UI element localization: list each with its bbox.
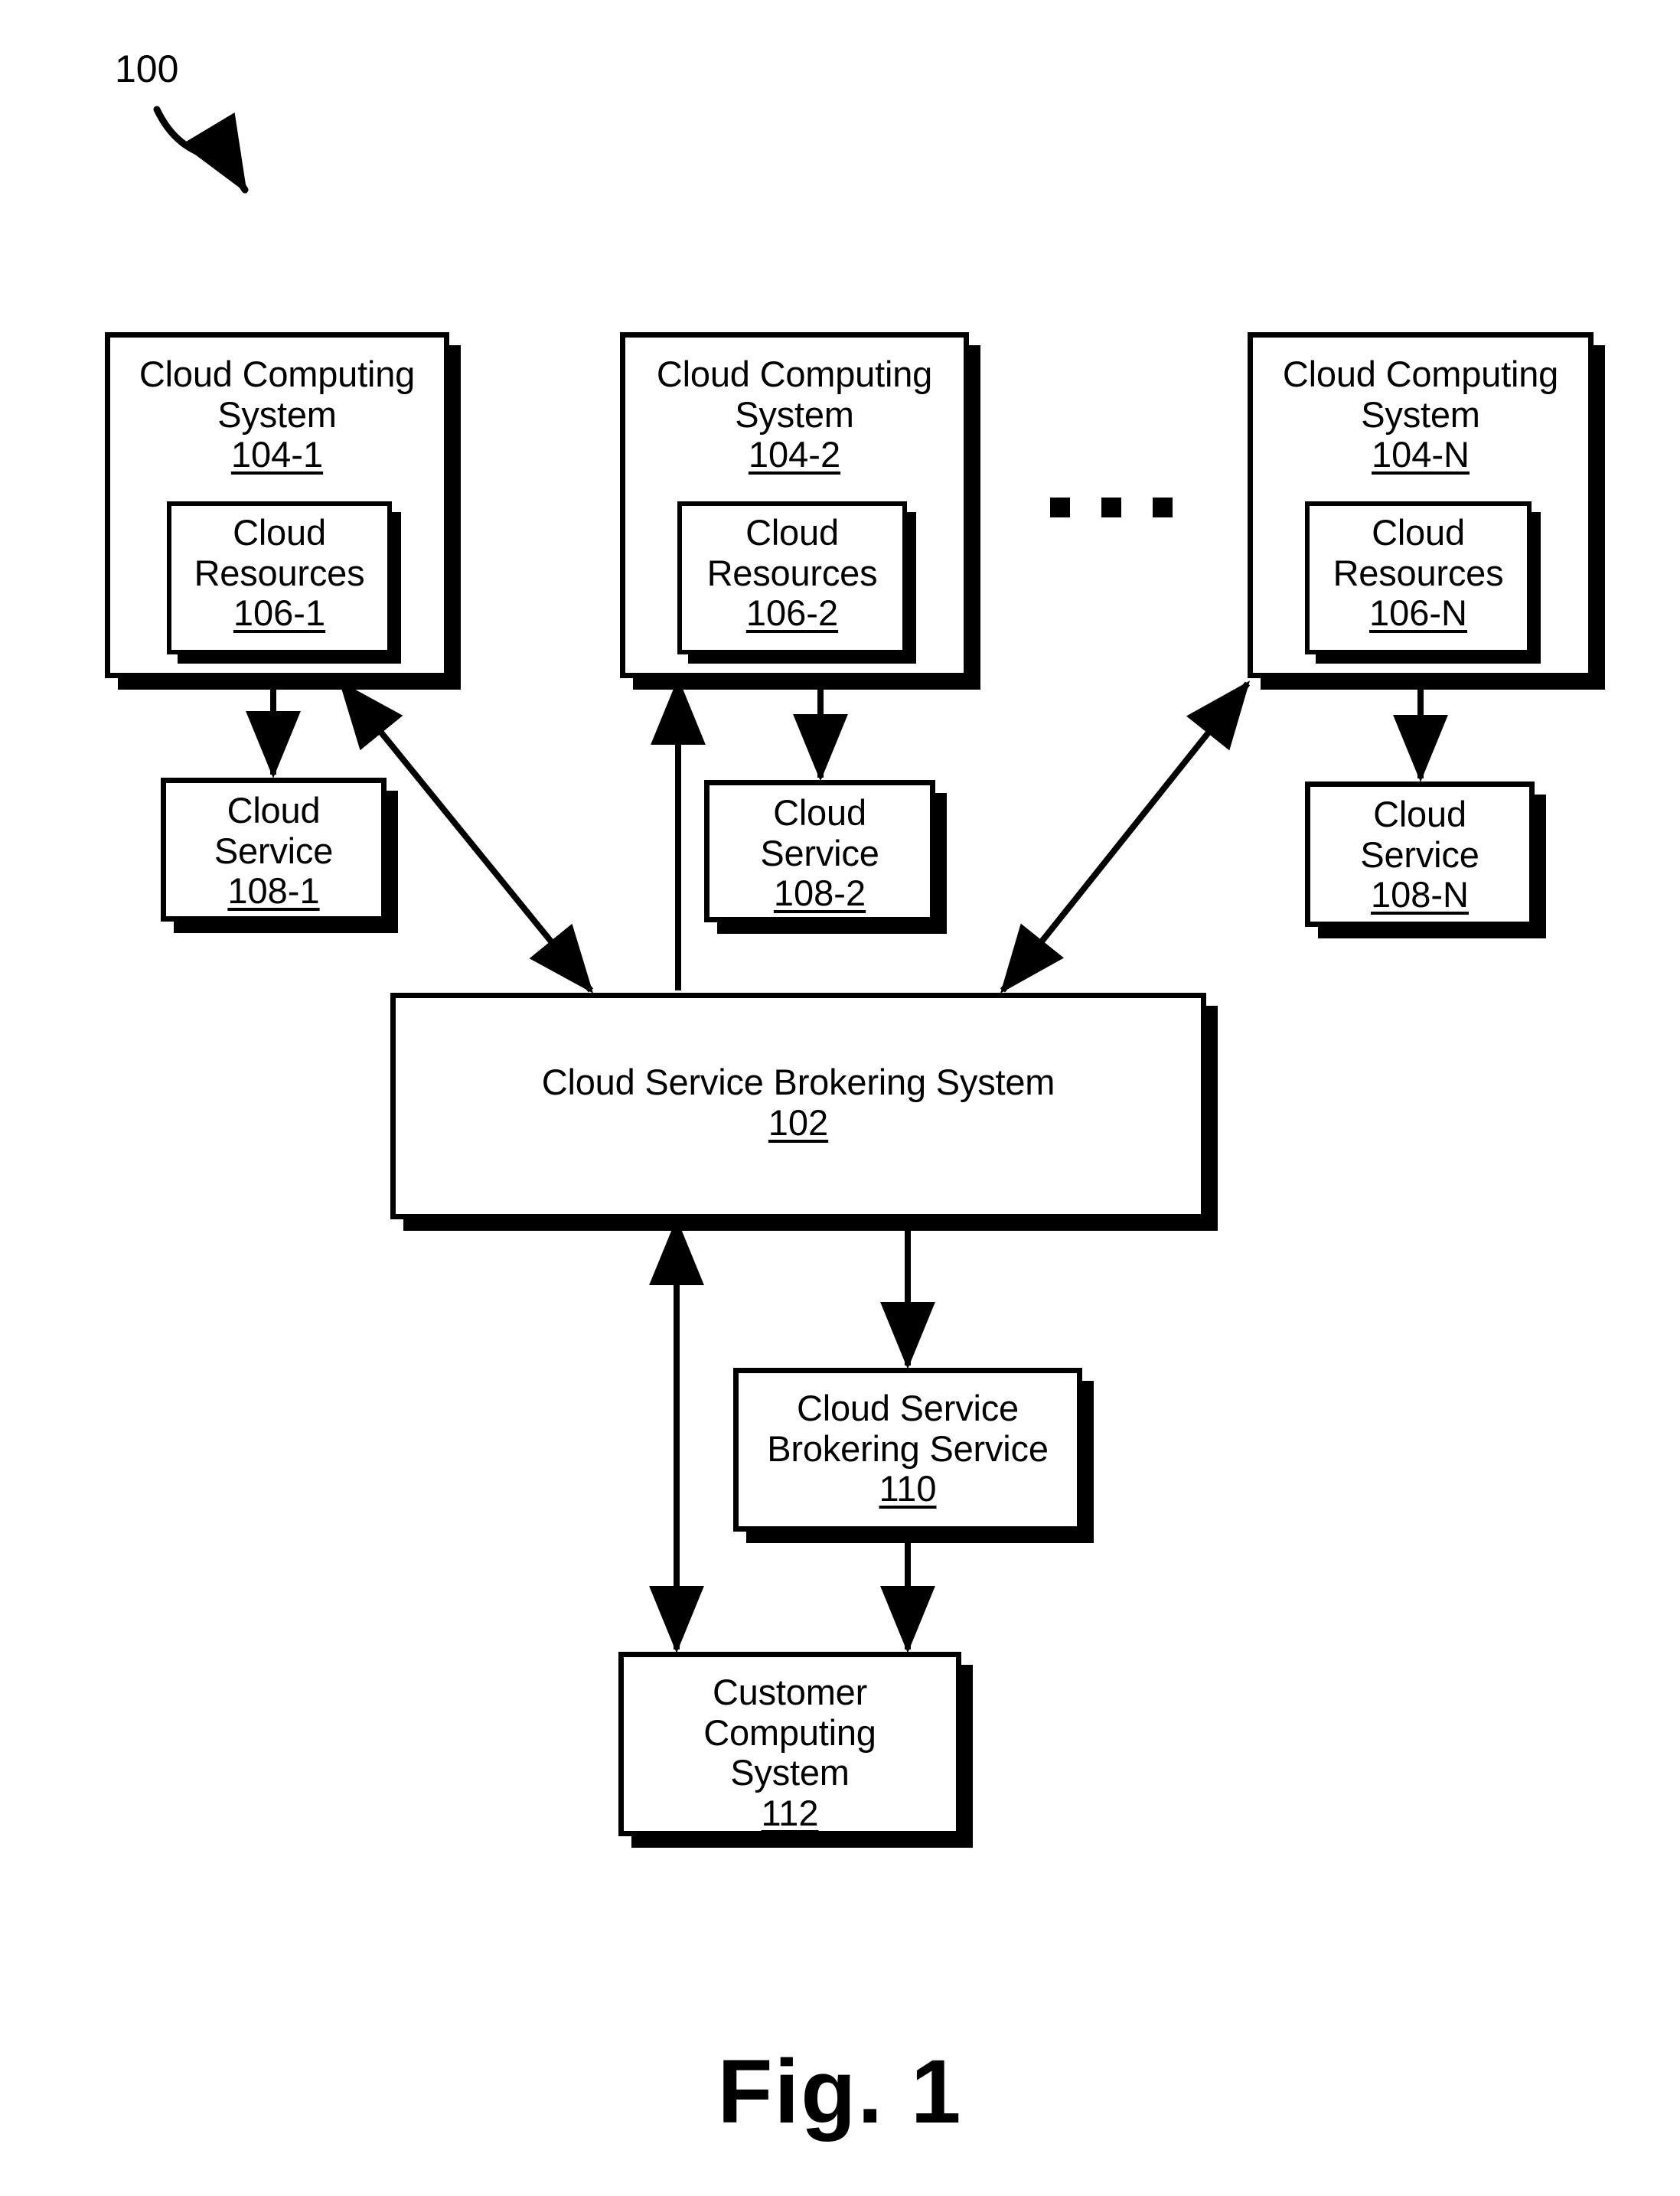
cloud-resources-n-title: Cloud Resources: [1333, 512, 1504, 593]
cloud-service-brokering-service-box[interactable]: Cloud Service Brokering Service 110: [733, 1368, 1082, 1532]
cloud-service-n-box[interactable]: Cloud Service 108-N: [1305, 781, 1535, 927]
cloud-resources-1-title: Cloud Resources: [194, 512, 365, 593]
cloud-computing-system-2-title: Cloud Computing System: [656, 354, 933, 435]
cloud-service-2-title: Cloud Service: [760, 792, 879, 873]
cloud-service-n-ref: 108-N: [1370, 874, 1469, 915]
cloud-service-1-title: Cloud Service: [214, 790, 334, 871]
cloud-resources-n-box[interactable]: Cloud Resources 106-N: [1305, 501, 1532, 654]
patent-figure: 100 Cloud Computing System 104-1 Cloud R…: [0, 0, 1680, 2196]
figure-caption: Fig. 1: [717, 2041, 963, 2142]
cloud-computing-system-1-ref: 104-1: [230, 434, 324, 475]
cloud-service-n-title: Cloud Service: [1360, 794, 1479, 875]
cloud-service-brokering-system-box[interactable]: Cloud Service Brokering System 102: [390, 993, 1206, 1219]
customer-computing-system-title: Customer Computing System: [703, 1672, 876, 1793]
cloud-service-brokering-service-title: Cloud Service Brokering Service: [767, 1388, 1049, 1469]
customer-computing-system-box[interactable]: Customer Computing System 112: [618, 1652, 961, 1836]
cloud-resources-n-ref: 106-N: [1368, 592, 1467, 634]
customer-computing-system-ref: 112: [761, 1792, 819, 1833]
cloud-computing-system-2-ref: 104-2: [748, 434, 841, 475]
cloud-service-brokering-system-ref: 102: [768, 1101, 829, 1143]
cloud-resources-1-ref: 106-1: [233, 592, 326, 634]
cloud-computing-system-n-title: Cloud Computing System: [1282, 354, 1559, 435]
figure-reference-label: 100: [115, 47, 179, 90]
cloud-service-brokering-system-title: Cloud Service Brokering System: [541, 1062, 1055, 1102]
cloud-resources-1-box[interactable]: Cloud Resources 106-1: [167, 501, 392, 654]
cloud-service-1-box[interactable]: Cloud Service 108-1: [161, 778, 387, 922]
ellipsis-dot-2: [1101, 498, 1121, 517]
cloud-service-brokering-service-ref: 110: [879, 1468, 937, 1509]
cloud-service-2-box[interactable]: Cloud Service 108-2: [704, 780, 935, 922]
ellipsis-dot-1: [1050, 498, 1070, 517]
cloud-resources-2-box[interactable]: Cloud Resources 106-2: [677, 501, 907, 654]
cloud-resources-2-ref: 106-2: [745, 592, 839, 634]
ellipsis-dot-3: [1153, 498, 1173, 517]
cloud-computing-system-1-title: Cloud Computing System: [139, 354, 416, 435]
cloud-computing-system-n-ref: 104-N: [1371, 434, 1470, 475]
ellipsis-icon: [1050, 498, 1173, 517]
cloud-resources-2-title: Cloud Resources: [706, 512, 878, 593]
cloud-service-1-ref: 108-1: [227, 870, 320, 912]
cloud-service-2-ref: 108-2: [773, 873, 866, 914]
